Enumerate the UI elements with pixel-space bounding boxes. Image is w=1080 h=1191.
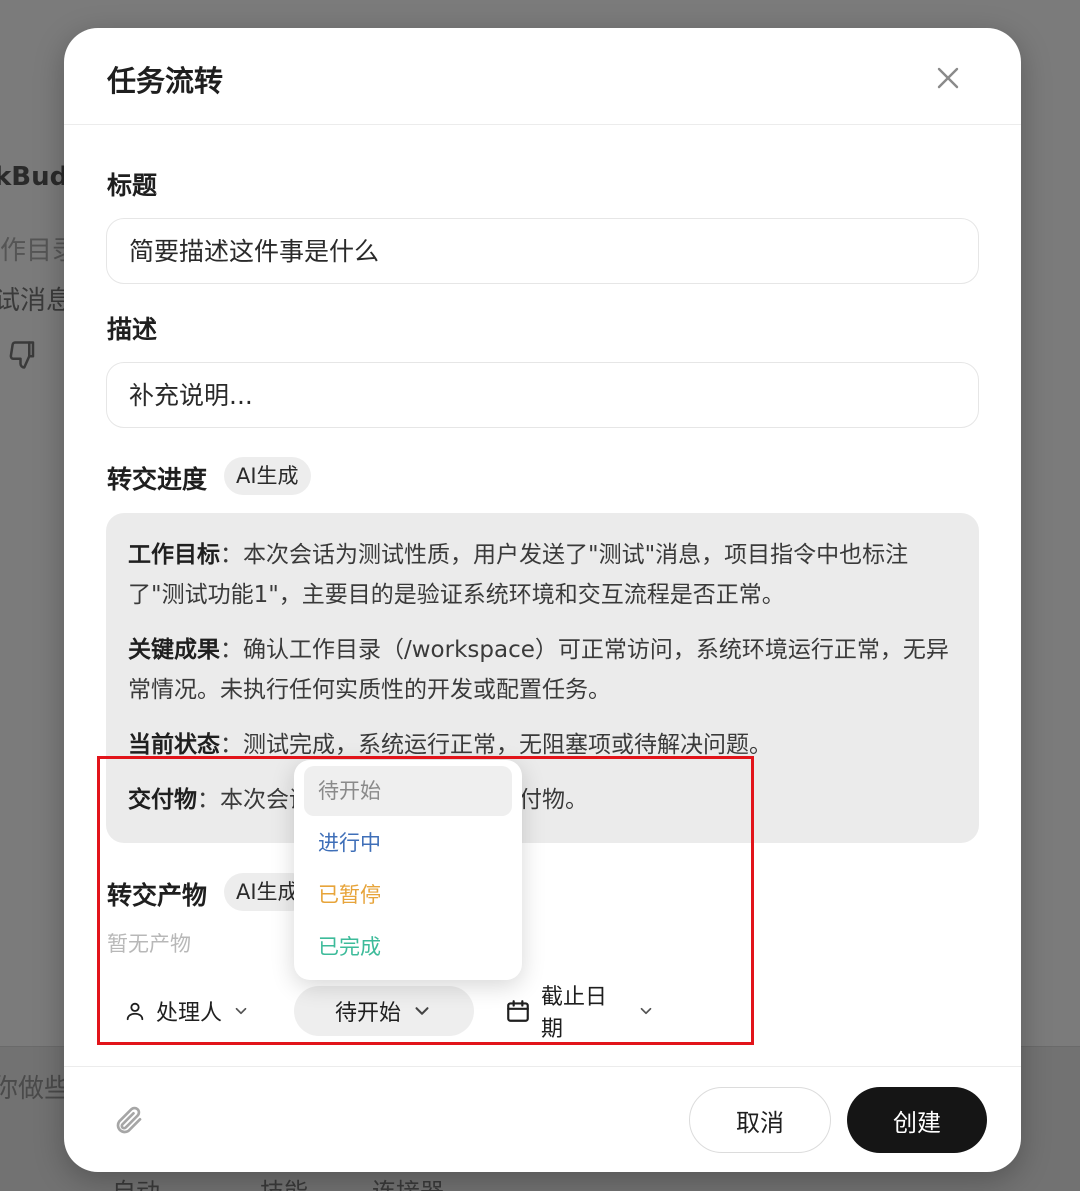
create-button[interactable]: 创建 — [847, 1087, 987, 1153]
assignee-label: 处理人 — [156, 1001, 223, 1026]
progress-summary: 工作目标：本次会话为测试性质，用户发送了"测试"消息，项目指令中也标注了"测试功… — [106, 513, 979, 843]
user-icon — [126, 1002, 144, 1021]
status-option-paused[interactable]: 已暂停 — [304, 870, 512, 920]
bg-skills-item: 技能 — [260, 1172, 308, 1191]
dialog-title: 任务流转 — [107, 64, 224, 98]
assignee-selector[interactable]: 处理人 — [108, 986, 278, 1036]
progress-ai-badge: AI生成 — [224, 457, 311, 495]
summary-status: 当前状态：测试完成，系统运行正常，无阻塞项或待解决问题。 — [128, 732, 772, 758]
summary-goal: 工作目标：本次会话为测试性质，用户发送了"测试"消息，项目指令中也标注了"测试功… — [128, 542, 909, 608]
chevron-down-icon — [640, 1007, 652, 1015]
status-dropdown-menu: 待开始 进行中 已暂停 已完成 — [294, 760, 522, 980]
bg-composer-placeholder: 你做些 — [0, 1074, 71, 1104]
title-label: 标题 — [107, 171, 158, 200]
bg-thumb-down-icon — [8, 340, 38, 374]
chevron-down-icon — [235, 1007, 247, 1015]
bg-auto-item: 自动 — [112, 1172, 160, 1191]
description-label: 描述 — [107, 315, 158, 344]
header-divider — [64, 124, 1021, 125]
paperclip-icon — [116, 1106, 142, 1134]
attach-button[interactable] — [112, 1104, 144, 1136]
description-input[interactable] — [106, 362, 979, 428]
close-icon — [937, 67, 959, 89]
artifacts-label: 转交产物 — [107, 881, 208, 910]
close-button[interactable] — [930, 60, 966, 96]
status-option-pending[interactable]: 待开始 — [304, 766, 512, 816]
summary-deliverables: 交付物：本次会话未产生任何文件或交付物。 — [128, 787, 588, 813]
summary-results: 关键成果：确认工作目录（/workspace）可正常访问，系统环境运行正常，无异… — [128, 637, 949, 703]
footer-divider — [64, 1066, 1021, 1067]
status-selector[interactable]: 待开始 — [294, 986, 474, 1036]
cancel-button[interactable]: 取消 — [689, 1087, 831, 1153]
task-handoff-dialog: 任务流转 标题 描述 转交进度 AI生成 工作目标：本次会话为测试性质，用户发送… — [64, 28, 1021, 1172]
status-label: 待开始 — [334, 1001, 401, 1026]
due-date-label: 截止日期 — [541, 985, 608, 1042]
bg-connector-item: 连接器 — [372, 1172, 444, 1191]
progress-label: 转交进度 — [107, 465, 208, 494]
bg-message-text: 试消息 — [0, 286, 73, 316]
status-option-done[interactable]: 已完成 — [304, 922, 512, 972]
due-date-selector[interactable]: 截止日期 — [489, 985, 671, 1042]
chevron-down-icon — [415, 1007, 429, 1015]
calendar-icon — [507, 1000, 529, 1022]
status-option-in-progress[interactable]: 进行中 — [304, 818, 512, 868]
title-input[interactable] — [106, 218, 979, 284]
artifacts-empty-text: 暂无产物 — [107, 932, 191, 956]
